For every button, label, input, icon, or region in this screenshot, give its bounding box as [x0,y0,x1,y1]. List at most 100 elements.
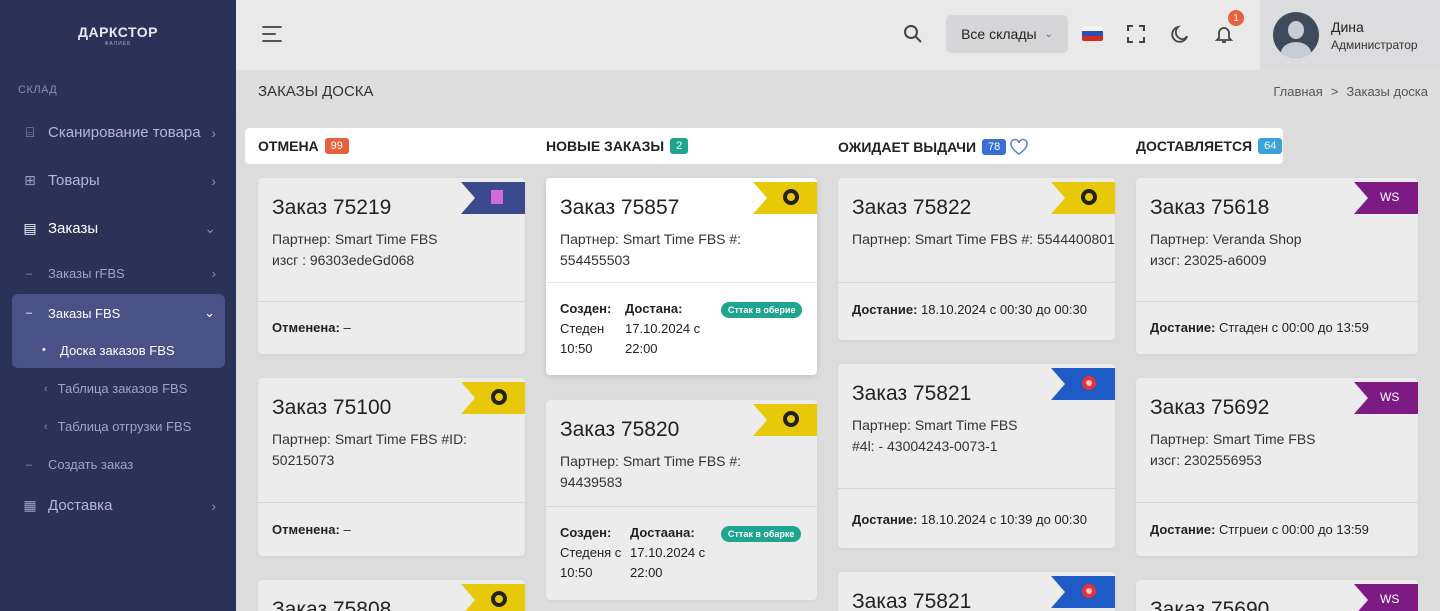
chevron-left-icon: ‹ [44,420,48,433]
column-title: НОВЫЕ ЗАКАЗЫ [546,138,665,154]
delivery-value: 17.10.2024 с [625,321,701,336]
grid-icon: ⊞ [24,172,36,188]
heart-icon[interactable] [1009,138,1029,156]
chevron-down-icon: ⌄ [204,220,216,236]
partner-ribbon-icon [753,404,817,436]
dark-mode-moon-icon[interactable] [1168,22,1192,46]
order-card[interactable]: Заказ 75821 Партнер: Smart Time FBS #4l:… [838,364,1115,548]
logo-text: ДАРКСТОР [78,23,158,40]
order-footer: Достание: Стгрueи с 00:00 до 13:59 [1150,522,1369,537]
notification-bell-icon[interactable] [1212,22,1236,46]
footer-label: Достание: [852,512,918,527]
order-card[interactable]: WS Заказ 75690 [1136,580,1418,611]
card-divider [546,506,817,507]
order-card[interactable]: Заказ 75822 Партнер: Smart Time FBS #: 5… [838,178,1115,340]
ribbon-label: WS [1380,592,1400,606]
partner-ribbon-icon [1051,576,1115,608]
created-label: Создeн: [560,301,612,316]
sidebar-sub-fbs-table[interactable]: ‹ Таблица заказов FBS [44,381,187,396]
sidebar-sub-fbs-board[interactable]: • Доска заказов FBS [12,332,225,368]
app-logo[interactable]: ДАРКСТОР ФАЛИЕБ [0,0,236,70]
order-partner: Партнер: Smart Time FBS [1150,431,1316,447]
user-menu[interactable]: Дина Администратор [1260,0,1440,70]
sidebar-sub-label: Доска заказов FBS [60,342,175,358]
sidebar-item-products[interactable]: ⊞ Товары › [22,172,216,189]
delivery-value: 17.10.2024 с [630,545,706,560]
order-created: Создeн: Стеденя с 10:50 [560,523,621,583]
order-title: Заказ 75692 [1150,396,1270,419]
dash-icon: – [26,267,33,280]
card-divider [546,282,817,283]
order-created: Создeн: Стеден 10:50 [560,299,611,359]
card-divider [1136,301,1418,302]
card-divider [838,282,1115,283]
user-role: Администратор [1331,37,1418,52]
footer-label: Достание: [852,302,918,317]
board-columns-header [245,128,1283,164]
sidebar-item-label: Сканирование товара [48,124,201,141]
order-id: изсг: 2302556953 [1150,452,1262,468]
order-footer: Отменена: – [272,522,351,537]
sidebar-item-scan[interactable]: ⌸ Сканирование товара › [22,124,216,141]
order-details: Партнер: Smart Time FBS #ID: 50215073 [272,429,512,471]
footer-value: Стгаден с 00:00 до 13:59 [1219,320,1369,335]
order-partner: Партнер: Veranda Shop [1150,231,1302,247]
card-divider [258,502,525,503]
language-flag-icon[interactable] [1082,26,1103,41]
partner-ribbon-icon [461,182,525,214]
sidebar-item-orders[interactable]: ▤ Заказы ⌄ [22,220,216,237]
dash-icon: – [26,458,33,471]
fullscreen-icon[interactable] [1124,22,1148,46]
column-count-badge: 99 [324,138,349,154]
order-id: изсг: 23025-а6009 [1150,252,1267,268]
order-partner: Партнер: Smart Time FBS [272,231,438,247]
breadcrumb-current: Заказы доска [1346,84,1428,99]
order-card[interactable]: Заказ 75219 Партнер: Smart Time FBS изсг… [258,178,525,354]
chevron-down-icon: ⌄ [204,305,215,320]
order-card[interactable]: Заказ 75820 Партнер: Smart Time FBS #: 9… [546,400,817,600]
breadcrumb-home-link[interactable]: Главная [1273,84,1322,99]
delivery-label: Достана: [625,301,683,316]
menu-toggle-icon[interactable] [262,26,282,42]
partner-ribbon-icon: WS [1354,382,1418,414]
sidebar-item-delivery[interactable]: ▦ Доставка › [22,497,216,514]
sidebar-section-title: СКЛАД [18,84,58,96]
ribbon-label: WS [1380,390,1400,404]
scan-icon: ⌸ [25,124,35,140]
order-card[interactable]: Заказ 75857 Партнер: Smart Time FBS #: 5… [546,178,817,375]
order-card[interactable]: Заказ 75808 [258,580,525,611]
footer-label: Достание: [1150,320,1216,335]
sidebar: ДАРКСТОР ФАЛИЕБ СКЛАД ⌸ Сканирование тов… [0,0,236,611]
chevron-left-icon: ‹ [44,382,48,395]
sidebar-sub-rfbs[interactable]: – Заказы rFBS › [26,266,216,281]
footer-value: 18.10.2024 с 00:30 до 00:30 [921,302,1087,317]
created-value: Стеден [560,321,605,336]
search-icon[interactable] [901,22,925,46]
column-header-awaiting: ОЖИДАЕТ ВЫДАЧИ 78 [838,138,1029,156]
order-title: Заказ 75821 [852,590,972,611]
column-count-badge: 78 [982,139,1007,155]
sidebar-sub-fbs[interactable]: – Заказы FBS ⌄ [12,294,225,332]
notification-count-badge: 1 [1228,10,1244,26]
column-title: ОТМЕНА [258,138,319,154]
order-id: #4l: - 43004243-0073-1 [852,438,998,454]
sidebar-sub-fbs-shipping[interactable]: ‹ Таблица отгрузки FBS [44,419,191,434]
order-card[interactable]: Заказ 75821 [838,572,1115,611]
created-time: 10:50 [560,341,593,356]
footer-value: – [343,522,351,537]
order-id: #: 5544400801 [1021,231,1115,247]
warehouse-select[interactable]: Все склады ⌄ [946,15,1068,53]
status-badge: Сттак в оберие [721,302,803,318]
order-card[interactable]: Заказ 75100 Партнер: Smart Time FBS #ID:… [258,378,525,556]
order-footer: Достание: 18.10.2024 с 10:39 до 00:30 [852,512,1087,527]
order-title: Заказ 75820 [560,418,680,441]
order-card[interactable]: WS Заказ 75618 Партнер: Veranda Shop изс… [1136,178,1418,354]
order-title: Заказ 75822 [852,196,972,219]
footer-value: – [343,320,351,335]
sidebar-sub-create-order[interactable]: – Создать заказ [26,457,216,472]
order-card[interactable]: WS Заказ 75692 Партнер: Smart Time FBS и… [1136,378,1418,556]
column-title: ОЖИДАЕТ ВЫДАЧИ [838,139,977,155]
order-details: Партнер: Smart Time FBS #: 94439583 [560,451,800,493]
order-title: Заказ 75690 [1150,598,1270,611]
column-count-badge: 64 [1258,138,1283,154]
